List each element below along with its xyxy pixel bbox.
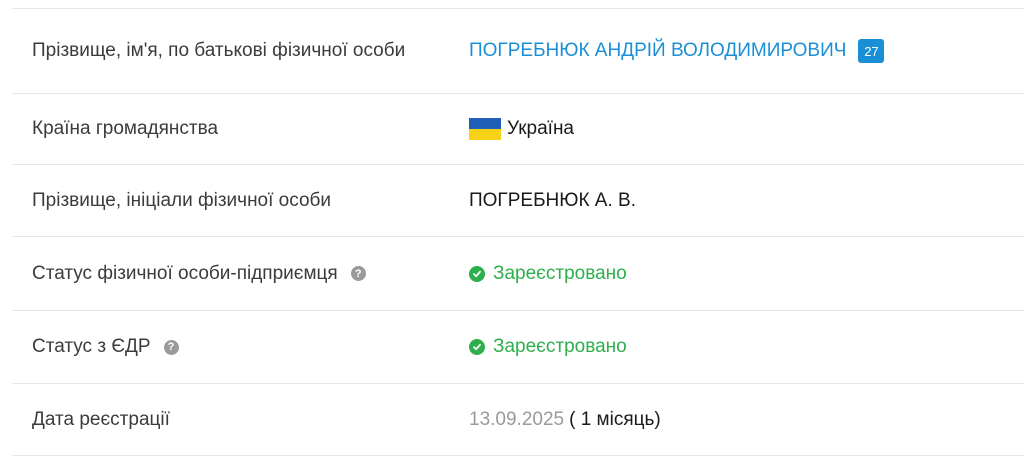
label-fop-status: Статус фізичної особи-підприємця ? xyxy=(32,263,366,285)
full-name-link[interactable]: ПОГРЕБНЮК АНДРІЙ ВОЛОДИМИРОВИЧ xyxy=(469,40,846,62)
check-circle-icon xyxy=(469,265,485,282)
value-fop-status: Зареєстровано xyxy=(469,263,627,285)
help-icon[interactable]: ? xyxy=(350,266,366,281)
label-initials: Прізвище, ініціали фізичної особи xyxy=(32,189,332,211)
label-edr-status: Статус з ЄДР ? xyxy=(32,336,179,358)
label-full-name: Прізвище, ім'я, по батькові фізичної осо… xyxy=(32,40,406,61)
registration-duration: ( 1 місяць) xyxy=(569,408,661,430)
count-badge[interactable]: 27 xyxy=(858,39,885,63)
row-full-name: Прізвище, ім'я, по батькові фізичної осо… xyxy=(12,9,1024,94)
citizenship-text: Україна xyxy=(507,118,575,139)
row-edr-status: Статус з ЄДР ? Зареєстровано xyxy=(12,311,1024,384)
label-citizenship: Країна громадянства xyxy=(32,118,219,139)
row-registration-date: Дата реєстрації 13.09.2025 ( 1 місяць) xyxy=(12,384,1024,456)
label-edr-status-text: Статус з ЄДР xyxy=(32,336,151,357)
ukraine-flag-icon xyxy=(469,118,501,140)
help-icon[interactable]: ? xyxy=(163,339,179,355)
value-initials: ПОГРЕБНЮК А. В. xyxy=(469,189,636,211)
edr-status-text: Зареєстровано xyxy=(493,336,627,357)
row-fop-status: Статус фізичної особи-підприємця ? Зареє… xyxy=(12,237,1024,311)
registration-date: 13.09.2025 xyxy=(469,408,565,430)
row-initials: Прізвище, ініціали фізичної особи ПОГРЕБ… xyxy=(12,165,1024,237)
value-full-name: ПОГРЕБНЮК АНДРІЙ ВОЛОДИМИРОВИЧ 27 xyxy=(469,39,885,63)
value-registration-date: 13.09.2025 ( 1 місяць) xyxy=(469,409,661,431)
label-fop-status-text: Статус фізичної особи-підприємця xyxy=(32,262,338,284)
row-citizenship: Країна громадянства Україна xyxy=(12,94,1024,165)
entity-details-panel: Прізвище, ім'я, по батькові фізичної осо… xyxy=(0,0,1024,462)
fop-status-text: Зареєстровано xyxy=(493,262,627,284)
label-registration-date: Дата реєстрації xyxy=(32,408,170,430)
value-citizenship: Україна xyxy=(469,118,574,140)
value-edr-status: Зареєстровано xyxy=(469,336,627,358)
check-circle-icon xyxy=(469,339,485,355)
